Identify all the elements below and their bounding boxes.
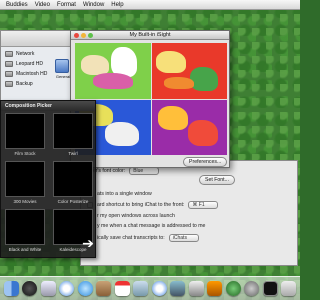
- effect-label: Color Posterize: [57, 199, 89, 204]
- dashboard-icon[interactable]: [22, 281, 38, 296]
- popart-cell-green: [75, 43, 151, 99]
- effect-thumbnail: [5, 161, 45, 197]
- timemachine-icon[interactable]: [225, 281, 241, 296]
- popart-cell-red: [151, 43, 227, 99]
- general-prefs-icon[interactable]: [55, 59, 69, 73]
- addressbook-icon[interactable]: [96, 281, 112, 296]
- set-font-button[interactable]: Set Font...: [199, 175, 235, 185]
- save-transcripts-row: ically save chat transcripts to: iChats: [87, 234, 199, 242]
- effect-label: Black and White: [8, 247, 42, 252]
- iphoto-icon[interactable]: [170, 281, 186, 296]
- menu-help[interactable]: Help: [111, 2, 123, 8]
- shortcut-popup[interactable]: ⌘ F1: [188, 201, 219, 209]
- composition-picker: Composition Picker Film Stock Twirl 300 …: [0, 100, 96, 258]
- effect-thumbnail: [53, 161, 93, 197]
- finder-icon[interactable]: [3, 281, 19, 296]
- next-page-arrow-icon[interactable]: ➔: [80, 236, 96, 252]
- font-color-row: ader's font color: Blue: [87, 167, 160, 175]
- popart-preview[interactable]: [75, 43, 227, 155]
- effect-twirl[interactable]: Twirl: [53, 113, 93, 159]
- hard-drive-icon: [5, 81, 13, 87]
- effect-label: Film Stock: [14, 151, 36, 156]
- popart-cell-purple: [151, 99, 227, 155]
- menu-video[interactable]: Video: [35, 2, 50, 8]
- garageband-icon[interactable]: [207, 281, 223, 296]
- finder-sidebar: Network Leopard HD Macintosh HD Backup: [1, 49, 53, 89]
- notify-row: y me when a chat message is addressed to…: [87, 223, 205, 229]
- menu-format[interactable]: Format: [57, 2, 76, 8]
- ichat-preferences-window: ader's font color: Blue Set Font... ats …: [80, 160, 298, 266]
- menu-bar: Buddies Video Format Window Help: [0, 0, 300, 10]
- trash-icon[interactable]: [281, 281, 297, 296]
- shortcut-row: ard shortcut to bring iChat to the front…: [87, 201, 219, 209]
- menu-window[interactable]: Window: [83, 2, 104, 8]
- effect-color-posterize[interactable]: Color Posterize: [53, 161, 93, 207]
- sidebar-item-macintosh-hd[interactable]: Macintosh HD: [1, 69, 53, 79]
- ichat-icon[interactable]: [77, 281, 93, 296]
- effect-label: Twirl: [68, 151, 78, 156]
- sidebar-item-network[interactable]: Network: [1, 49, 53, 59]
- reopen-windows-row: r my open windows across launch: [87, 213, 175, 219]
- dock: [0, 276, 300, 300]
- effect-300-movies[interactable]: 300 Movies: [5, 161, 45, 207]
- hard-drive-icon: [5, 71, 13, 77]
- picker-title[interactable]: Composition Picker: [1, 101, 95, 111]
- terminal-icon[interactable]: [262, 281, 278, 296]
- preview-icon[interactable]: [133, 281, 149, 296]
- effect-black-and-white[interactable]: Black and White: [5, 209, 45, 255]
- effect-thumbnail: [5, 209, 45, 245]
- isight-title: My Built-in iSight: [129, 32, 171, 38]
- effect-thumbnail: [53, 113, 93, 149]
- itunes-icon[interactable]: [151, 281, 167, 296]
- sysprefs-icon[interactable]: [244, 281, 260, 296]
- transcripts-folder-popup[interactable]: iChats: [168, 234, 199, 242]
- mail-icon[interactable]: [40, 281, 56, 296]
- hard-drive-icon: [5, 61, 13, 67]
- network-icon: [5, 51, 13, 57]
- isight-titlebar[interactable]: My Built-in iSight: [71, 31, 229, 40]
- effect-film-stock[interactable]: Film Stock: [5, 113, 45, 159]
- effect-thumbnail: [5, 113, 45, 149]
- safari-icon[interactable]: [59, 281, 75, 296]
- menu-buddies[interactable]: Buddies: [6, 2, 28, 8]
- single-window-row: ats into a single window: [87, 191, 152, 197]
- preferences-button[interactable]: Preferences...: [183, 157, 228, 167]
- font-color-popup[interactable]: Blue: [129, 167, 160, 175]
- sidebar-item-leopard-hd[interactable]: Leopard HD: [1, 59, 53, 69]
- imovie-icon[interactable]: [188, 281, 204, 296]
- ical-icon[interactable]: [114, 281, 130, 296]
- effect-label: 300 Movies: [13, 199, 37, 204]
- sidebar-item-backup[interactable]: Backup: [1, 79, 53, 89]
